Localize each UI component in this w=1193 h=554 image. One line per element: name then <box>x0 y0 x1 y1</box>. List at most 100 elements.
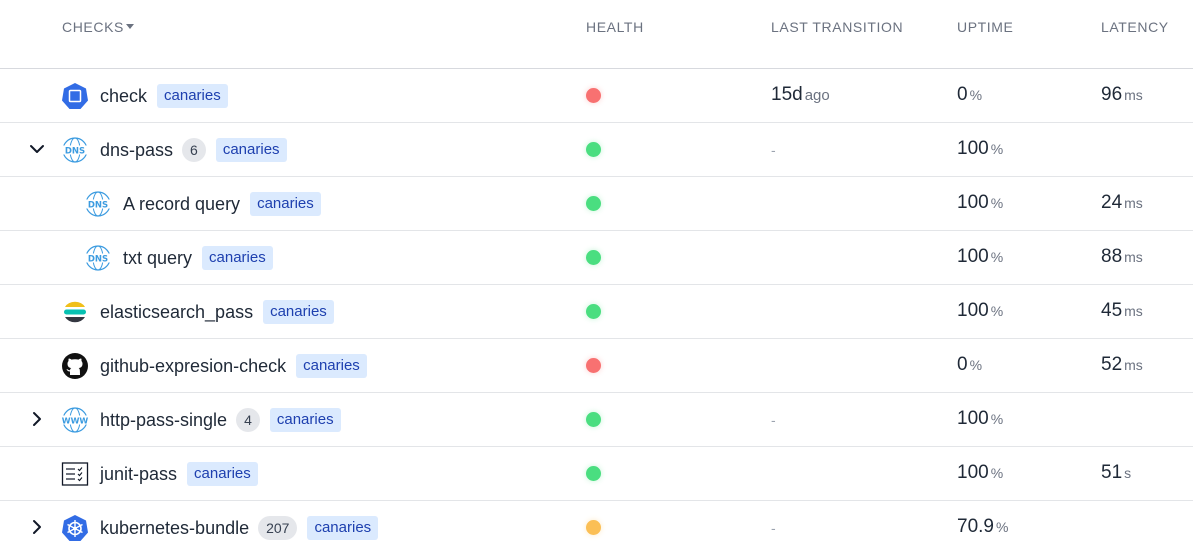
namespace-badge[interactable]: canaries <box>296 354 367 378</box>
uptime-unit: % <box>990 303 1004 319</box>
latency-unit: ms <box>1124 303 1143 319</box>
health-status-dot <box>586 88 601 103</box>
table-header: CHECKS HEALTH LAST TRANSITION UPTIME LAT… <box>0 0 1193 69</box>
uptime-cell: 100% <box>957 192 1003 214</box>
uptime-unit: % <box>990 249 1004 265</box>
check-name-cell: junit-pass canaries <box>61 460 258 488</box>
check-name-cell: DNS dns-pass 6 canaries <box>61 136 287 164</box>
check-name[interactable]: http-pass-single <box>100 410 227 431</box>
column-header-checks[interactable]: CHECKS <box>62 19 134 35</box>
uptime-value: 100 <box>957 300 989 321</box>
table-body: check canaries 15d ago 0% 96 ms DNS dns-pass 6 can… <box>0 69 1193 554</box>
check-name[interactable]: A record query <box>123 194 240 215</box>
uptime-unit: % <box>969 357 983 373</box>
namespace-badge[interactable]: canaries <box>263 300 334 324</box>
namespace-badge[interactable]: canaries <box>157 84 228 108</box>
latency-cell: 45 ms <box>1101 300 1143 322</box>
check-name[interactable]: dns-pass <box>100 140 173 161</box>
check-name-cell: DNS txt query canaries <box>84 244 273 272</box>
table-row[interactable]: kubernetes-bundle 207 canaries - 70.9% <box>0 501 1193 554</box>
latency-unit: ms <box>1124 249 1143 265</box>
table-row[interactable]: junit-pass canaries 100% 51 s <box>0 447 1193 501</box>
check-name[interactable]: kubernetes-bundle <box>100 518 249 539</box>
latency-value: 52 <box>1101 354 1123 375</box>
uptime-unit: % <box>995 519 1009 535</box>
svg-text:DNS: DNS <box>88 255 108 265</box>
latency-cell: 52 ms <box>1101 354 1143 376</box>
health-status-dot <box>586 412 601 427</box>
table-row[interactable]: check canaries 15d ago 0% 96 ms <box>0 69 1193 123</box>
column-header-uptime[interactable]: UPTIME <box>957 19 1014 35</box>
svg-text:DNS: DNS <box>65 147 85 157</box>
kubernetes-wheel-icon <box>61 514 89 542</box>
check-name[interactable]: junit-pass <box>100 464 177 485</box>
checks-table: CHECKS HEALTH LAST TRANSITION UPTIME LAT… <box>0 0 1193 554</box>
namespace-badge[interactable]: canaries <box>215 138 287 162</box>
namespace-badge[interactable]: canaries <box>269 408 341 432</box>
column-header-checks-label: CHECKS <box>62 19 124 35</box>
uptime-value: 100 <box>957 192 989 213</box>
sort-descending-icon <box>125 24 134 29</box>
uptime-unit: % <box>990 141 1004 157</box>
last-transition-cell: 15d ago <box>771 84 830 106</box>
uptime-cell: 0% <box>957 84 982 106</box>
health-status-dot <box>586 520 601 535</box>
namespace-badge[interactable]: canaries <box>307 516 379 540</box>
namespace-badge[interactable]: canaries <box>202 246 273 270</box>
latency-unit: ms <box>1124 87 1143 103</box>
check-name[interactable]: github-expresion-check <box>100 356 286 377</box>
column-header-health[interactable]: HEALTH <box>586 19 644 35</box>
column-header-latency[interactable]: LATENCY <box>1101 19 1169 35</box>
latency-value: 45 <box>1101 300 1123 321</box>
column-header-last-transition[interactable]: LAST TRANSITION <box>771 19 903 35</box>
health-status-dot <box>586 358 601 373</box>
health-status-dot <box>586 304 601 319</box>
chevron-right-icon[interactable] <box>27 409 47 429</box>
check-name[interactable]: check <box>100 86 147 107</box>
uptime-cell: 100% <box>957 408 1003 430</box>
latency-value: 24 <box>1101 192 1123 213</box>
check-name[interactable]: elasticsearch_pass <box>100 302 253 323</box>
namespace-badge[interactable]: canaries <box>250 192 321 216</box>
table-row[interactable]: github-expresion-check canaries 0% 52 ms <box>0 339 1193 393</box>
table-row[interactable]: DNS dns-pass 6 canaries - 100% <box>0 123 1193 177</box>
uptime-unit: % <box>990 465 1004 481</box>
uptime-value: 0 <box>957 354 968 375</box>
uptime-value: 100 <box>957 138 989 159</box>
latency-value: 51 <box>1101 462 1123 483</box>
uptime-value: 100 <box>957 462 989 483</box>
uptime-cell: 100% <box>957 138 1003 160</box>
uptime-value: 70.9 <box>957 516 994 537</box>
table-row[interactable]: DNS txt query canaries 100% 88 ms <box>0 231 1193 285</box>
namespace-badge[interactable]: canaries <box>187 462 258 486</box>
check-name-cell: github-expresion-check canaries <box>61 352 367 380</box>
latency-cell: 88 ms <box>1101 246 1143 268</box>
uptime-cell: 70.9% <box>957 516 1008 538</box>
chevron-right-icon[interactable] <box>27 517 47 537</box>
dns-icon: DNS <box>84 244 112 272</box>
latency-value: 96 <box>1101 84 1123 105</box>
latency-cell: 96 ms <box>1101 84 1143 106</box>
child-count-badge: 4 <box>236 408 260 432</box>
uptime-cell: 0% <box>957 354 982 376</box>
child-count-badge: 207 <box>258 516 298 540</box>
http-icon: WWW <box>61 406 89 434</box>
latency-unit: ms <box>1124 357 1143 373</box>
dns-icon: DNS <box>84 190 112 218</box>
health-status-dot <box>586 142 601 157</box>
chevron-down-icon[interactable] <box>27 139 47 159</box>
latency-cell: 24 ms <box>1101 192 1143 214</box>
last-transition-value: - <box>771 142 776 158</box>
latency-value: 88 <box>1101 246 1123 267</box>
github-icon <box>61 352 89 380</box>
uptime-value: 100 <box>957 408 989 429</box>
table-row[interactable]: DNS A record query canaries 100% 24 ms <box>0 177 1193 231</box>
check-name[interactable]: txt query <box>123 248 192 269</box>
table-row[interactable]: elasticsearch_pass canaries 100% 45 ms <box>0 285 1193 339</box>
child-count-badge: 6 <box>182 138 206 162</box>
table-row[interactable]: WWW http-pass-single 4 canaries - 100% <box>0 393 1193 447</box>
uptime-cell: 100% <box>957 462 1003 484</box>
kubernetes-icon <box>61 82 89 110</box>
uptime-unit: % <box>969 87 983 103</box>
health-status-dot <box>586 250 601 265</box>
